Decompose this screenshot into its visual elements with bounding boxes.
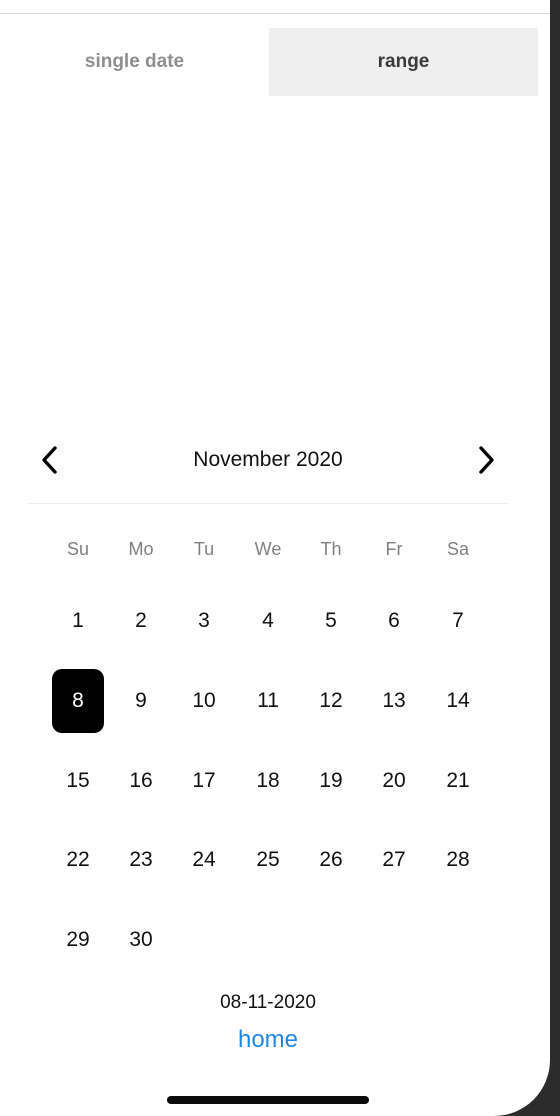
tab-single-date[interactable]: single date [0,28,269,96]
day-cell[interactable]: 30 [115,908,167,972]
calendar-header: November 2020 [28,430,508,490]
weekday-label: Tu [193,539,215,559]
day-cell[interactable]: 23 [115,828,167,892]
day-cell[interactable]: 17 [178,749,230,813]
weekday-label: Mo [128,539,154,559]
weekday-label: Th [320,539,342,559]
day-cell[interactable]: 7 [432,589,484,653]
weekday-row: Su Mo Tu We Th Fr Sa [0,530,550,568]
app-screen: single date range November 2020 Su Mo Tu We… [0,0,550,1116]
day-cell[interactable]: 19 [305,749,357,813]
home-link[interactable]: home [218,1026,318,1054]
day-cell[interactable]: 10 [178,669,230,733]
day-cell[interactable]: 12 [305,669,357,733]
day-cell[interactable]: 9 [115,669,167,733]
day-cell-selected[interactable]: 8 [52,669,104,733]
day-cell[interactable]: 27 [368,828,420,892]
day-cell[interactable]: 29 [52,908,104,972]
day-cell[interactable]: 22 [52,828,104,892]
chevron-right-icon [479,446,494,474]
day-cell[interactable]: 11 [242,669,294,733]
selected-date-text: 08-11-2020 [220,992,316,1013]
weekday-label: Fr [385,539,403,559]
day-cell[interactable]: 21 [432,749,484,813]
day-cell[interactable]: 2 [115,589,167,653]
weekday-label: Su [66,539,90,559]
day-cell[interactable]: 5 [305,589,357,653]
prev-month-button[interactable] [28,438,72,482]
mode-segmented-control: single date range [0,28,538,96]
day-cell[interactable]: 14 [432,669,484,733]
home-indicator [167,1096,369,1104]
day-cell[interactable]: 3 [178,589,230,653]
day-cell[interactable]: 24 [178,828,230,892]
top-bar [0,0,550,14]
weekday-label: Sa [446,539,470,559]
day-cell[interactable]: 13 [368,669,420,733]
day-cell[interactable]: 15 [52,749,104,813]
chevron-left-icon [42,446,57,474]
tab-range[interactable]: range [269,28,538,96]
day-cell[interactable]: 28 [432,828,484,892]
day-cell[interactable]: 1 [52,589,104,653]
day-cell[interactable]: 6 [368,589,420,653]
day-cell[interactable]: 26 [305,828,357,892]
day-cell[interactable]: 25 [242,828,294,892]
day-cell[interactable]: 4 [242,589,294,653]
calendar-divider [28,503,508,504]
day-cell[interactable]: 18 [242,749,294,813]
day-cell[interactable]: 20 [368,749,420,813]
next-month-button[interactable] [464,438,508,482]
day-cell[interactable]: 16 [115,749,167,813]
weekday-label: We [254,539,282,559]
month-title: November 2020 [193,448,343,471]
